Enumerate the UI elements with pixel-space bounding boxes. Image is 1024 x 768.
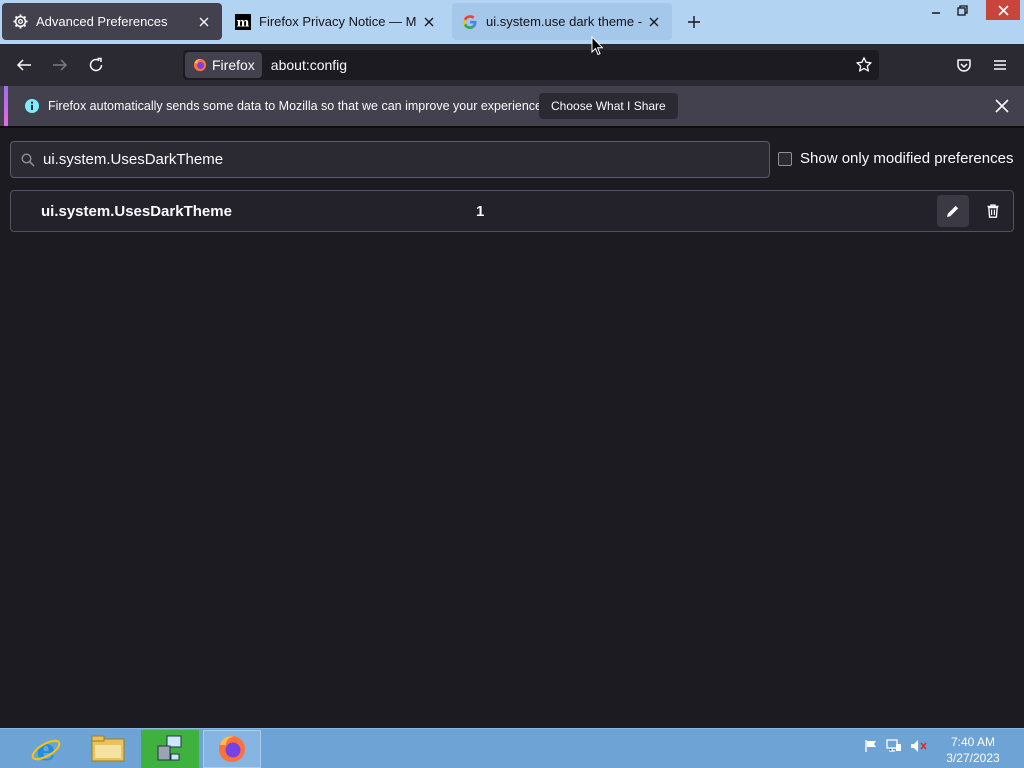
app-menu-button[interactable] <box>986 52 1014 78</box>
close-tab-icon[interactable] <box>421 14 437 30</box>
delete-preference-button[interactable] <box>977 195 1009 227</box>
taskbar-clock[interactable]: 7:40 AM 3/27/2023 <box>942 734 1004 766</box>
tab-google-search[interactable]: ui.system.use dark theme - Go <box>452 3 672 40</box>
preference-row[interactable]: ui.system.UsesDarkTheme 1 <box>10 190 1014 232</box>
identity-box[interactable]: Firefox <box>185 52 262 78</box>
new-tab-button[interactable] <box>684 12 704 32</box>
trash-icon <box>987 204 999 218</box>
search-input[interactable] <box>43 151 723 168</box>
preference-search-box[interactable] <box>10 141 770 178</box>
internet-explorer-taskbar-button[interactable]: e <box>17 730 75 768</box>
hamburger-menu-icon <box>994 60 1006 70</box>
tab-firefox-privacy-notice[interactable]: m Firefox Privacy Notice — Mozilla <box>225 3 447 40</box>
bookmark-star-icon[interactable] <box>855 56 873 74</box>
close-tab-icon[interactable] <box>196 14 212 30</box>
firefox-icon <box>219 736 245 762</box>
forward-button[interactable] <box>46 52 74 78</box>
preference-name: ui.system.UsesDarkTheme <box>41 203 232 220</box>
pocket-button[interactable] <box>950 52 978 78</box>
computer-network-icon <box>157 735 182 761</box>
file-explorer-taskbar-button[interactable] <box>79 730 137 768</box>
close-tab-icon[interactable] <box>646 14 662 30</box>
identity-label: Firefox <box>212 57 255 73</box>
notification-accent <box>4 86 8 126</box>
action-center-flag-icon[interactable] <box>864 739 878 753</box>
network-icon[interactable] <box>886 739 902 753</box>
svg-text:m: m <box>237 15 250 29</box>
tab-advanced-preferences[interactable]: Advanced Preferences <box>2 3 222 40</box>
gear-icon <box>12 14 28 30</box>
nav-bar: Firefox about:config <box>0 44 1024 86</box>
url-bar[interactable]: Firefox about:config <box>183 50 879 80</box>
google-g-icon <box>462 14 478 30</box>
preference-value[interactable]: 1 <box>476 203 484 220</box>
clock-time: 7:40 AM <box>950 735 996 749</box>
tab-title: ui.system.use dark theme - Go <box>486 14 642 29</box>
show-modified-checkbox[interactable] <box>778 151 792 166</box>
close-notification-icon[interactable] <box>994 98 1010 114</box>
search-icon <box>21 152 35 167</box>
firefox-icon <box>193 58 207 72</box>
folder-icon <box>91 735 125 762</box>
tab-title: Firefox Privacy Notice — Mozilla <box>259 14 417 29</box>
mouse-cursor-icon <box>591 36 603 56</box>
taskbar: e 7:40 AM 3/27/2023 <box>0 728 1024 768</box>
svg-text:e: e <box>36 733 55 765</box>
url-text[interactable]: about:config <box>271 57 347 73</box>
back-button[interactable] <box>10 52 38 78</box>
pencil-icon <box>947 205 959 217</box>
minimize-button[interactable] <box>922 0 950 20</box>
toolbar-divider <box>0 126 1024 128</box>
data-collection-notification: Firefox automatically sends some data to… <box>0 86 1024 126</box>
tab-title: Advanced Preferences <box>36 14 168 29</box>
choose-what-i-share-button[interactable]: Choose What I Share <box>539 93 678 119</box>
restore-button[interactable] <box>948 0 976 20</box>
volume-muted-icon[interactable] <box>910 739 928 753</box>
firefox-taskbar-button[interactable] <box>203 730 261 768</box>
info-icon <box>25 99 39 113</box>
clock-date: 3/27/2023 <box>946 751 1000 765</box>
window-close-button[interactable] <box>986 0 1020 20</box>
notification-text: Firefox automatically sends some data to… <box>48 99 546 113</box>
pocket-icon <box>957 59 971 72</box>
mozilla-m-icon: m <box>235 13 251 30</box>
show-modified-label[interactable]: Show only modified preferences <box>800 150 1013 167</box>
tab-strip: Advanced Preferences m Firefox Privacy N… <box>0 0 1024 44</box>
show-modified-toggle[interactable]: Show only modified preferences <box>778 150 1013 167</box>
reload-button[interactable] <box>82 52 110 78</box>
internet-explorer-icon: e <box>31 733 61 765</box>
system-tray <box>864 739 928 753</box>
network-app-taskbar-button[interactable] <box>141 730 199 768</box>
edit-preference-button[interactable] <box>937 195 969 227</box>
